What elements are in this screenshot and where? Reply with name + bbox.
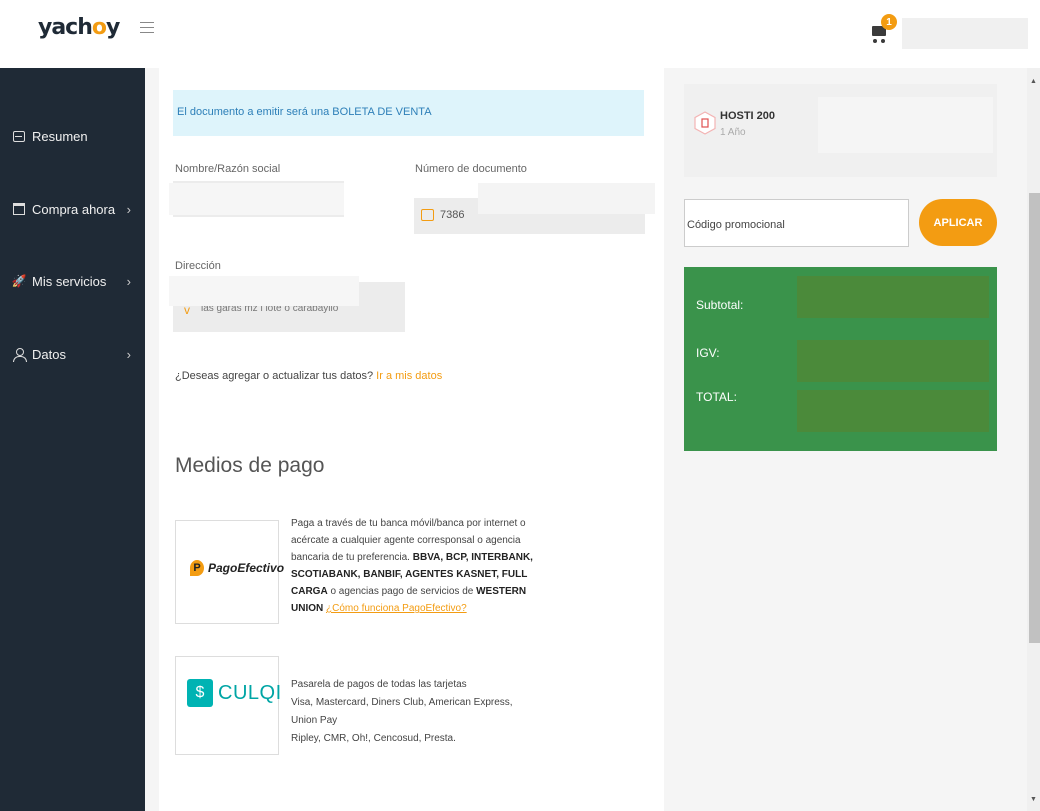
user-icon (12, 347, 27, 362)
scroll-down-icon[interactable]: ▼ (1030, 796, 1037, 803)
document-number-label: Número de documento (415, 163, 527, 175)
address-label: Dirección (175, 260, 221, 272)
shopping-icon (12, 202, 26, 216)
my-data-link[interactable]: Ir a mis datos (376, 370, 442, 382)
product-period: 1 Año (720, 127, 746, 138)
sidebar-item-resumen[interactable]: Resumen (12, 124, 137, 148)
subtotal-label: Subtotal: (696, 298, 744, 312)
sidebar: Resumen Compra ahora › 🚀 Mis servicios ›… (0, 68, 145, 811)
id-card-icon (421, 209, 434, 221)
user-menu[interactable] (902, 18, 1028, 49)
sidebar-item-label: Datos (32, 346, 66, 362)
igv-value (797, 340, 989, 382)
dashboard-icon (12, 129, 26, 143)
update-data-prompt: ¿Deseas agregar o actualizar tus datos? … (175, 370, 443, 382)
redacted-price (818, 97, 993, 153)
promo-code-input[interactable]: Código promocional (684, 199, 909, 247)
scrollbar-thumb[interactable] (1029, 193, 1040, 643)
sidebar-item-label: Resumen (32, 128, 88, 144)
redacted-document (478, 183, 655, 214)
subtotal-value (797, 276, 989, 318)
document-type-banner: El documento a emitir será una BOLETA DE… (173, 90, 644, 136)
scroll-up-icon[interactable]: ▲ (1030, 78, 1037, 85)
apply-promo-button[interactable]: APLICAR (919, 199, 997, 246)
sidebar-item-label: Compra ahora (32, 201, 116, 217)
payment-methods-title: Medios de pago (175, 454, 325, 477)
chevron-right-icon: › (126, 201, 131, 217)
sidebar-item-compra-ahora[interactable]: Compra ahora › (12, 197, 137, 221)
rocket-icon: 🚀 (11, 274, 27, 288)
sidebar-item-label: Mis servicios (32, 273, 107, 289)
document-number-value: 7386 (440, 209, 465, 221)
cart-count-badge: 1 (881, 14, 897, 30)
name-label: Nombre/Razón social (175, 163, 281, 175)
redacted-address (169, 276, 359, 306)
dollar-icon: $ (187, 679, 213, 707)
cart-wheel-icon (873, 39, 877, 43)
redacted-name (169, 183, 344, 215)
pagoefectivo-logo: P PagoEfectivo (190, 560, 284, 576)
sidebar-item-datos[interactable]: Datos › (12, 342, 137, 366)
chevron-right-icon: › (126, 346, 131, 362)
cart-wheel-icon (881, 39, 885, 43)
product-hexagon-icon (694, 111, 716, 135)
culqi-logo: $ CULQI (187, 679, 282, 707)
total-value (797, 390, 989, 432)
yachay-logo[interactable]: yachoy (38, 15, 120, 40)
culqi-description: Pasarela de pagos de todas las tarjetas … (291, 679, 513, 744)
total-label: TOTAL: (696, 390, 737, 404)
chevron-right-icon: › (126, 273, 131, 289)
menu-toggle-icon[interactable] (140, 22, 154, 36)
cart-button[interactable]: 1 (870, 14, 898, 48)
pagoefectivo-description: Paga a través de tu banca móvil/banca po… (291, 518, 533, 614)
pagoefectivo-icon: P (190, 560, 204, 576)
igv-label: IGV: (696, 346, 720, 360)
top-bar: yachoy 1 (0, 0, 1040, 68)
sidebar-item-mis-servicios[interactable]: 🚀 Mis servicios › (12, 269, 137, 293)
product-name: HOSTI 200 (720, 110, 776, 122)
pagoefectivo-howto-link[interactable]: ¿Cómo funciona PagoEfectivo? (326, 603, 467, 614)
